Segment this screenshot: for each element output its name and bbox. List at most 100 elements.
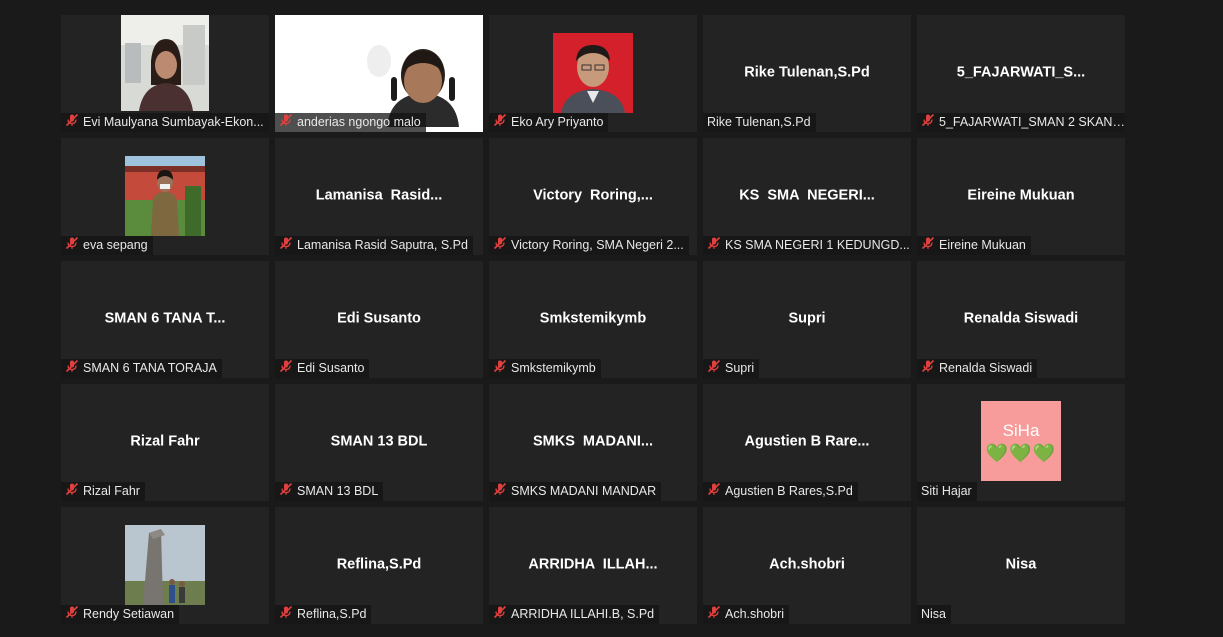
name-tag: Rike Tulenan,S.Pd <box>703 113 816 132</box>
muted-mic-icon <box>493 236 511 255</box>
name-tag: Rizal Fahr <box>61 482 145 501</box>
participant-display-name: Ach.shobri <box>769 555 845 572</box>
participant-display-name: SMKS MADANI... <box>532 432 654 449</box>
name-tag: Ach.shobri <box>703 605 790 624</box>
participant-display-name: Lamanisa Rasid... <box>315 186 443 203</box>
participant-name-label: Lamanisa Rasid Saputra, S.Pd <box>297 238 468 252</box>
muted-mic-icon <box>279 113 297 132</box>
muted-mic-icon <box>921 236 939 255</box>
name-tag: Eireine Mukuan <box>917 236 1031 255</box>
participant-name-label: Smkstemikymb <box>511 361 596 375</box>
name-tag: Eko Ary Priyanto <box>489 113 609 132</box>
muted-mic-icon <box>493 605 511 624</box>
muted-mic-icon <box>707 359 725 378</box>
participant-tile[interactable]: Agustien B Rare... Agustien B Rares,S.Pd <box>703 384 911 501</box>
participant-name-label: SMAN 6 TANA TORAJA <box>83 361 217 375</box>
participant-display-name: Supri <box>788 309 826 326</box>
participant-display-name: Renalda Siswadi <box>963 309 1079 326</box>
participant-name-label: 5_FAJARWATI_SMAN 2 SKANT... <box>939 115 1125 129</box>
name-tag: Evi Maulyana Sumbayak-Ekon... <box>61 113 269 132</box>
muted-mic-icon <box>707 605 725 624</box>
participant-name-label: Rike Tulenan,S.Pd <box>707 115 811 129</box>
participant-display-name: SMAN 13 BDL <box>330 432 428 449</box>
participant-tile[interactable]: Rike Tulenan,S.Pd Rike Tulenan,S.Pd <box>703 15 911 132</box>
participant-tile[interactable]: eva sepang <box>61 138 269 255</box>
participant-name-label: Siti Hajar <box>921 484 972 498</box>
participant-name-label: Rendy Setiawan <box>83 607 175 621</box>
name-tag: SMAN 13 BDL <box>275 482 384 501</box>
muted-mic-icon <box>65 359 83 378</box>
participant-tile[interactable]: anderias ngongo malo <box>275 15 483 132</box>
participant-tile[interactable]: Victory Roring,... Victory Roring, SMA N… <box>489 138 697 255</box>
avatar: SiHa 💚💚💚 <box>981 401 1061 481</box>
name-tag: Smkstemikymb <box>489 359 601 378</box>
participant-video <box>121 15 209 111</box>
participant-name-label: SMKS MADANI MANDAR <box>511 484 657 498</box>
name-tag: Reflina,S.Pd <box>275 605 372 624</box>
participant-tile[interactable]: Rendy Setiawan <box>61 507 269 624</box>
participant-tile[interactable]: Eko Ary Priyanto <box>489 15 697 132</box>
name-tag: Victory Roring, SMA Negeri 2... <box>489 236 689 255</box>
muted-mic-icon <box>65 482 83 501</box>
participant-display-name: Nisa <box>1005 555 1037 572</box>
participant-tile[interactable]: Nisa Nisa <box>917 507 1125 624</box>
participant-tile[interactable]: Smkstemikymb Smkstemikymb <box>489 261 697 378</box>
participant-tile[interactable]: SiHa 💚💚💚 Siti Hajar <box>917 384 1125 501</box>
name-tag: SMAN 6 TANA TORAJA <box>61 359 222 378</box>
participant-name-label: Reflina,S.Pd <box>297 607 367 621</box>
participant-video <box>125 156 205 236</box>
participant-name-label: Victory Roring, SMA Negeri 2... <box>511 238 684 252</box>
name-tag: Edi Susanto <box>275 359 370 378</box>
participant-tile[interactable]: Evi Maulyana Sumbayak-Ekon... <box>61 15 269 132</box>
participant-tile[interactable]: Reflina,S.Pd Reflina,S.Pd <box>275 507 483 624</box>
participant-tile[interactable]: Ach.shobri Ach.shobri <box>703 507 911 624</box>
muted-mic-icon <box>65 236 83 255</box>
participant-name-label: SMAN 13 BDL <box>297 484 379 498</box>
muted-mic-icon <box>493 113 511 132</box>
participant-tile[interactable]: Eireine Mukuan Eireine Mukuan <box>917 138 1125 255</box>
participant-tile[interactable]: KS SMA NEGERI... KS SMA NEGERI 1 KEDUNGD… <box>703 138 911 255</box>
participant-tile[interactable]: Rizal Fahr Rizal Fahr <box>61 384 269 501</box>
name-tag: Nisa <box>917 605 952 624</box>
participant-name-label: KS SMA NEGERI 1 KEDUNGD... <box>725 238 910 252</box>
participant-name-label: Nisa <box>921 607 947 621</box>
participant-tile[interactable]: SMKS MADANI... SMKS MADANI MANDAR <box>489 384 697 501</box>
participant-tile[interactable]: Lamanisa Rasid... Lamanisa Rasid Saputra… <box>275 138 483 255</box>
name-tag: KS SMA NEGERI 1 KEDUNGD... <box>703 236 911 255</box>
green-heart-icon: 💚💚💚 <box>985 442 1057 463</box>
name-tag: eva sepang <box>61 236 153 255</box>
name-tag: Agustien B Rares,S.Pd <box>703 482 858 501</box>
participant-tile[interactable]: Supri Supri <box>703 261 911 378</box>
participant-tile[interactable]: Renalda Siswadi Renalda Siswadi <box>917 261 1125 378</box>
muted-mic-icon <box>65 113 83 132</box>
participant-name-label: eva sepang <box>83 238 148 252</box>
participant-name-label: Agustien B Rares,S.Pd <box>725 484 853 498</box>
muted-mic-icon <box>279 605 297 624</box>
participant-display-name: Agustien B Rare... <box>744 432 870 449</box>
muted-mic-icon <box>65 605 83 624</box>
name-tag: Rendy Setiawan <box>61 605 180 624</box>
participant-display-name: KS SMA NEGERI... <box>739 186 875 203</box>
participant-name-label: Eko Ary Priyanto <box>511 115 604 129</box>
participant-tile[interactable]: 5_FAJARWATI_S... 5_FAJARWATI_SMAN 2 SKAN… <box>917 15 1125 132</box>
participant-display-name: 5_FAJARWATI_S... <box>956 63 1086 80</box>
participant-display-name: Edi Susanto <box>337 309 421 326</box>
participant-display-name: Rike Tulenan,S.Pd <box>744 63 870 80</box>
participant-tile[interactable]: Edi Susanto Edi Susanto <box>275 261 483 378</box>
muted-mic-icon <box>493 359 511 378</box>
participant-name-label: Rizal Fahr <box>83 484 140 498</box>
participant-name-label: Ach.shobri <box>725 607 785 621</box>
participant-display-name: ARRIDHA ILLAH... <box>528 555 658 572</box>
participant-tile[interactable]: SMAN 13 BDL SMAN 13 BDL <box>275 384 483 501</box>
name-tag: Renalda Siswadi <box>917 359 1038 378</box>
name-tag: anderias ngongo malo <box>275 113 426 132</box>
muted-mic-icon <box>921 359 939 378</box>
participant-tile[interactable]: ARRIDHA ILLAH... ARRIDHA ILLAHI.B, S.Pd <box>489 507 697 624</box>
participant-display-name: Eireine Mukuan <box>967 186 1075 203</box>
participant-name-label: Edi Susanto <box>297 361 365 375</box>
muted-mic-icon <box>493 482 511 501</box>
participant-name-label: Supri <box>725 361 755 375</box>
participant-tile[interactable]: SMAN 6 TANA T... SMAN 6 TANA TORAJA <box>61 261 269 378</box>
name-tag: 5_FAJARWATI_SMAN 2 SKANT... <box>917 113 1125 132</box>
participant-display-name: Victory Roring,... <box>533 186 653 203</box>
